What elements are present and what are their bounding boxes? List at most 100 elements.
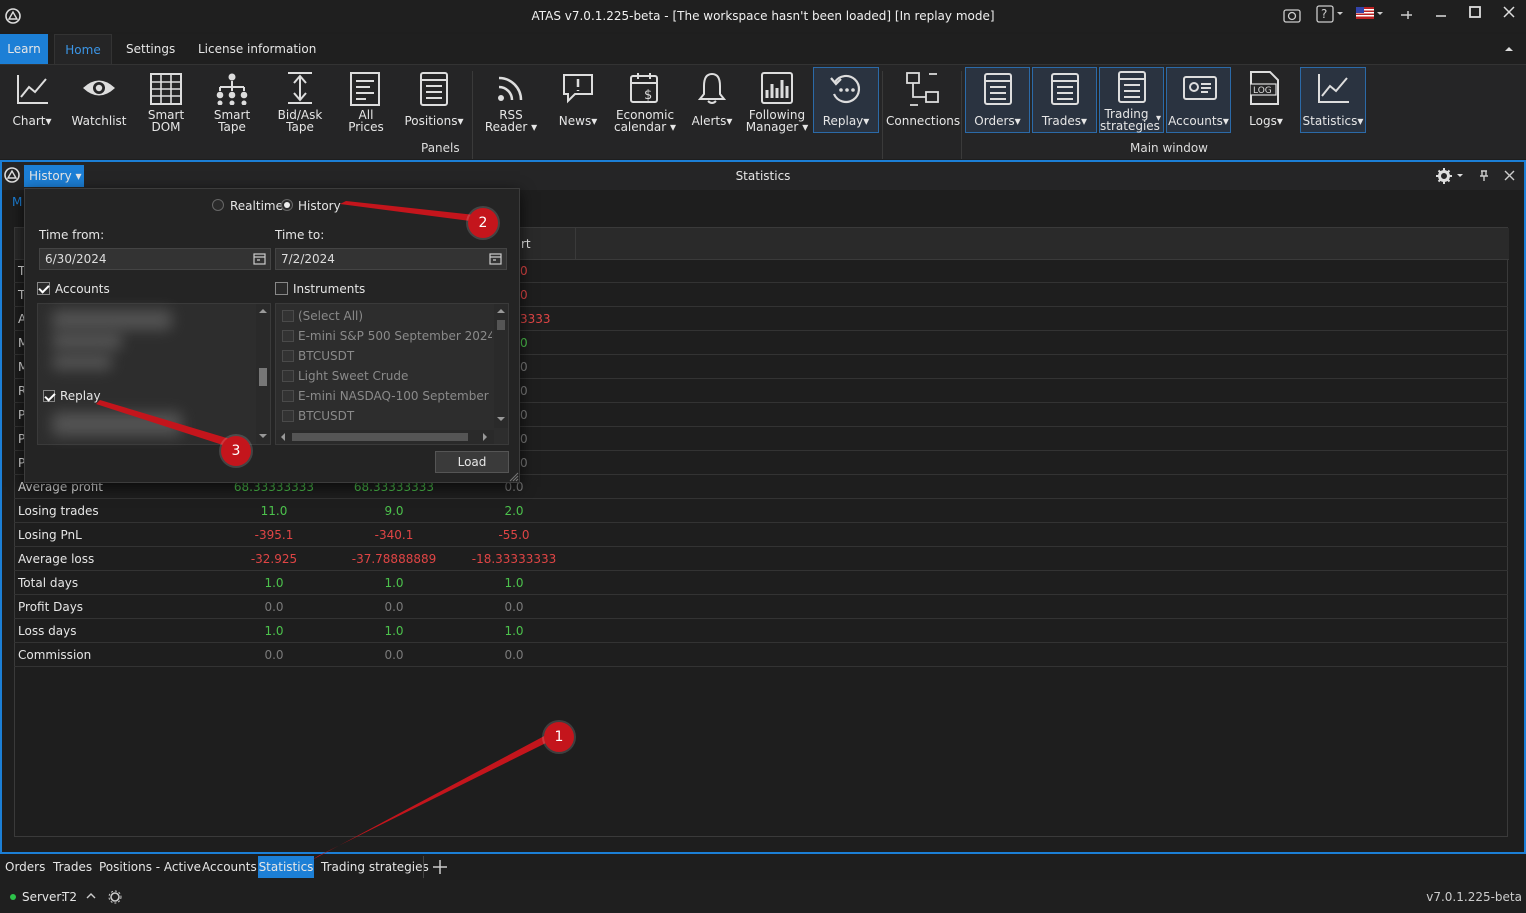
mode-dropdown[interactable]: History ▾ — [24, 165, 84, 187]
trading-strategies-button[interactable]: Trading strategies ▾ — [1099, 67, 1164, 133]
replay-account-label: Replay — [60, 389, 101, 403]
instrument-checkbox[interactable] — [282, 370, 294, 382]
close-panel-icon[interactable] — [1504, 170, 1515, 181]
chart-label: Chart — [12, 114, 46, 128]
column-header: rt — [521, 237, 531, 251]
help-icon[interactable]: ? — [1316, 5, 1346, 23]
tab-license[interactable]: License information — [198, 34, 316, 64]
smart-dom-button[interactable]: Smart DOM — [140, 67, 192, 137]
bottom-tab-orders[interactable]: Orders — [5, 856, 45, 878]
instrument-checkbox[interactable] — [282, 410, 294, 422]
scroll-down-icon[interactable] — [497, 416, 505, 422]
chevron-up-icon[interactable] — [86, 892, 96, 900]
instrument-label: BTCUSDT — [298, 349, 355, 363]
bottom-tab-positions[interactable]: Positions - Active — [99, 856, 201, 878]
row-value-all: 0.0 — [264, 600, 284, 614]
load-button[interactable]: Load — [435, 451, 509, 473]
scrollbar-thumb[interactable] — [497, 320, 505, 330]
instrument-label: BTCUSDT — [298, 409, 355, 423]
bottom-tab-trading-strategies[interactable]: Trading strategies — [321, 856, 429, 878]
accounts-label: Accounts — [1168, 114, 1223, 128]
camera-icon[interactable] — [1283, 7, 1301, 23]
us-flag-icon[interactable] — [1356, 7, 1388, 21]
window-title: ATAS v7.0.1.225-beta - [The workspace ha… — [531, 9, 995, 23]
log-file-icon: LOG — [1250, 71, 1279, 105]
bottom-tab-trades[interactable]: Trades — [53, 856, 92, 878]
chart-icon — [17, 75, 48, 104]
realtime-radio[interactable] — [212, 199, 224, 211]
instruments-hscrollbar[interactable] — [276, 430, 494, 444]
pin-panel-icon[interactable] — [1478, 170, 1490, 182]
scrollbar-thumb[interactable] — [259, 368, 267, 386]
time-from-field[interactable]: 6/30/2024 — [39, 248, 271, 270]
scroll-left-icon[interactable] — [280, 433, 286, 441]
history-radio[interactable] — [281, 199, 293, 211]
tab-learn[interactable]: Learn — [0, 34, 48, 64]
replay-account-checkbox[interactable] — [43, 390, 55, 402]
scroll-up-icon[interactable] — [497, 308, 505, 314]
smart-tape-button[interactable]: Smart Tape — [206, 67, 258, 137]
accounts-checkbox[interactable] — [37, 282, 50, 295]
watchlist-button[interactable]: Watchlist — [70, 67, 128, 137]
instruments-list[interactable]: (Select All) E-mini S&P 500 September 202… — [275, 303, 509, 445]
calendar-icon[interactable] — [253, 252, 266, 265]
add-tab-icon[interactable] — [432, 859, 448, 875]
trades-button[interactable]: Trades▾ — [1032, 67, 1097, 133]
pin-icon[interactable] — [1400, 9, 1414, 21]
scroll-down-icon[interactable] — [259, 433, 267, 439]
positions-icon — [420, 72, 448, 106]
replay-button[interactable]: Replay▾ — [813, 67, 879, 133]
bottom-tab-accounts[interactable]: Accounts — [202, 856, 257, 878]
positions-button[interactable]: Positions▾ — [402, 67, 466, 137]
bottom-tab-statistics[interactable]: Statistics — [258, 856, 314, 878]
all-prices-button[interactable]: All Prices — [340, 67, 392, 137]
orders-button[interactable]: Orders▾ — [965, 67, 1030, 133]
row-value-2: -340.1 — [374, 528, 414, 542]
rss-reader-button[interactable]: RSS Reader ▾ — [482, 67, 540, 137]
statistics-button[interactable]: Statistics▾ — [1300, 67, 1366, 133]
chart-button[interactable]: Chart▾ — [6, 67, 58, 137]
hidden-tab-label[interactable]: M — [12, 195, 22, 209]
resize-grip-icon[interactable] — [509, 472, 519, 482]
connections-button[interactable]: Connections — [886, 67, 960, 137]
logs-button[interactable]: LOG Logs▾ — [1240, 67, 1292, 137]
accounts-scrollbar[interactable] — [256, 304, 270, 444]
alerts-button[interactable]: Alerts▾ — [686, 67, 738, 137]
trades-icon — [1051, 73, 1079, 105]
scrollbar-thumb[interactable] — [292, 433, 468, 441]
accounts-button[interactable]: Accounts▾ — [1166, 67, 1231, 133]
tab-settings[interactable]: Settings — [126, 34, 175, 64]
instrument-checkbox[interactable] — [282, 310, 294, 322]
scroll-up-icon[interactable] — [259, 308, 267, 314]
instrument-checkbox[interactable] — [282, 350, 294, 362]
row-value: 0 — [520, 456, 528, 470]
eye-icon — [83, 80, 115, 96]
bid-ask-tape-button[interactable]: Bid/Ask Tape — [272, 67, 328, 137]
row-label: Losing trades — [18, 504, 99, 518]
accounts-list[interactable]: Replay — [37, 303, 271, 445]
economic-calendar-button[interactable]: $ Economic calendar ▾ — [612, 67, 678, 137]
gear-icon[interactable] — [1436, 168, 1466, 184]
scroll-right-icon[interactable] — [482, 433, 488, 441]
news-button[interactable]: News▾ — [552, 67, 604, 137]
panel-header: History ▾ Statistics — [2, 162, 1524, 190]
collapse-ribbon-icon[interactable] — [1504, 45, 1514, 53]
instruments-scrollbar[interactable] — [494, 304, 508, 428]
time-to-field[interactable]: 7/2/2024 — [275, 248, 507, 270]
logs-label: Logs — [1249, 114, 1277, 128]
settings-gear-icon[interactable] — [108, 890, 122, 904]
table-row: Losing trades 11.0 9.0 2.0 — [14, 499, 1508, 523]
minimize-icon[interactable] — [1435, 10, 1447, 20]
maximize-icon[interactable] — [1469, 6, 1481, 18]
tab-home[interactable]: Home — [54, 34, 112, 64]
row-value-all: -395.1 — [254, 528, 294, 542]
calendar-icon[interactable] — [489, 252, 502, 265]
instruments-checkbox[interactable] — [275, 282, 288, 295]
row-label: Loss days — [18, 624, 77, 638]
row-label: Commission — [18, 648, 92, 662]
instrument-checkbox[interactable] — [282, 390, 294, 402]
row-value-3: 1.0 — [504, 624, 524, 638]
instrument-checkbox[interactable] — [282, 330, 294, 342]
following-manager-button[interactable]: Following Manager ▾ — [744, 67, 810, 137]
close-icon[interactable] — [1503, 6, 1515, 18]
